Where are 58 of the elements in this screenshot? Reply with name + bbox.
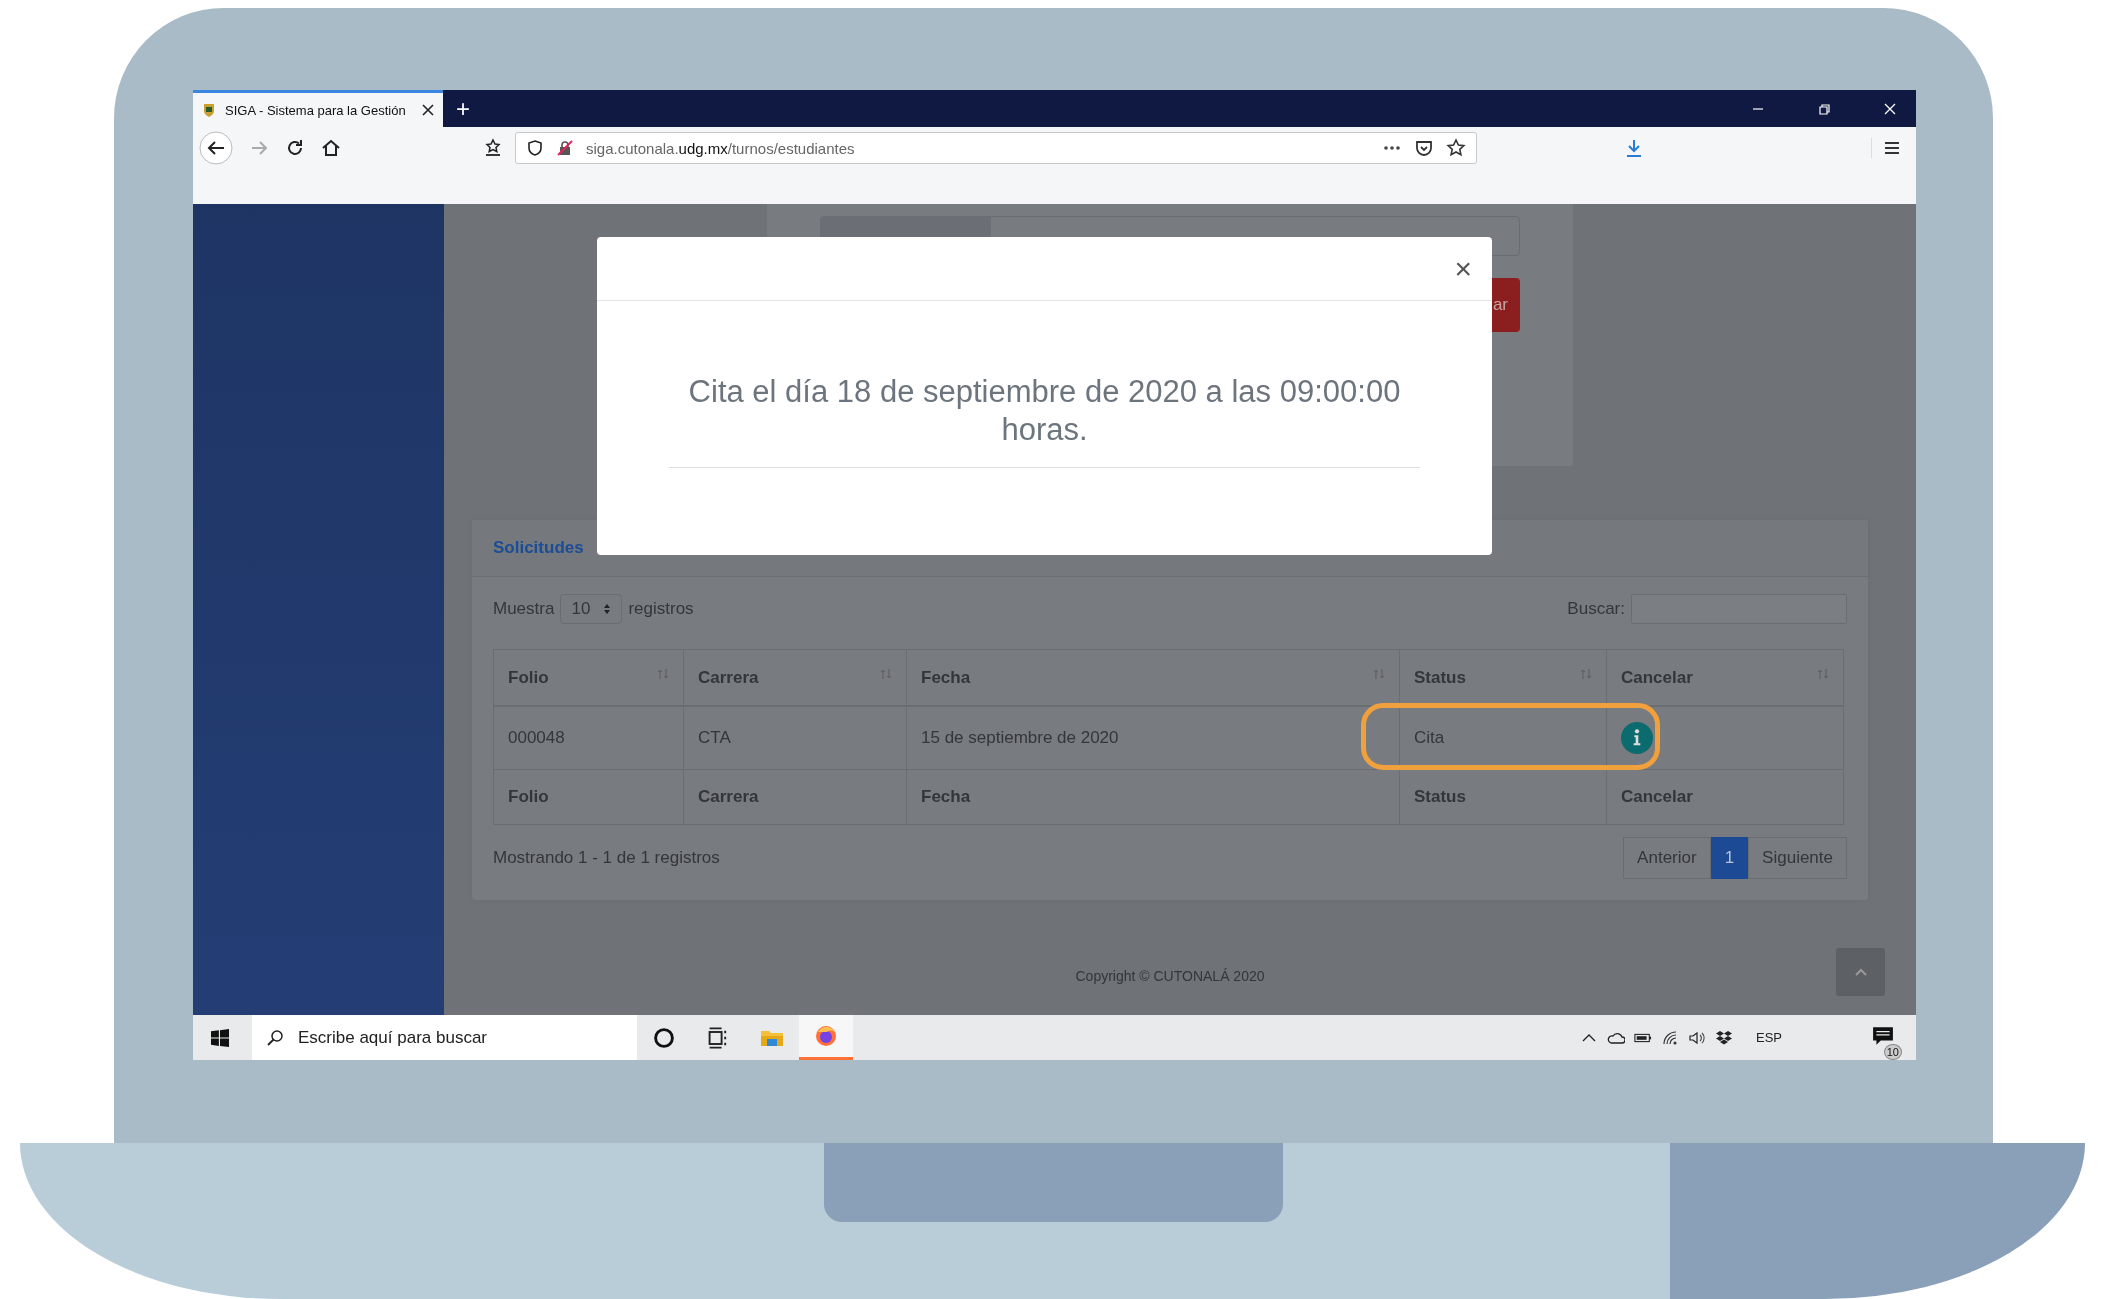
new-tab-button[interactable]: + <box>443 90 483 127</box>
column-header[interactable]: Folio <box>493 649 684 706</box>
tab-title: SIGA - Sistema para la Gestión <box>225 102 407 118</box>
column-header[interactable]: Carrera <box>683 649 907 706</box>
windows-start-icon[interactable] <box>211 1028 229 1047</box>
info-icon[interactable] <box>1621 722 1653 754</box>
browser-tab[interactable]: SIGA - Sistema para la Gestión <box>193 90 443 127</box>
url-text: siga.cutonala.udg.mx/turnos/estudiantes <box>586 139 855 157</box>
search-icon <box>266 1028 284 1047</box>
column-header[interactable]: Status <box>1399 649 1607 706</box>
sort-caret-icon <box>603 603 612 615</box>
bookmark-star-icon[interactable] <box>483 138 503 158</box>
insecure-lock-icon <box>556 139 574 157</box>
back-icon[interactable] <box>199 131 233 165</box>
download-icon[interactable] <box>1624 138 1644 158</box>
speaker-icon[interactable] <box>1688 1029 1706 1046</box>
search-placeholder: Escribe aquí para buscar <box>298 1027 487 1048</box>
column-footer: Status <box>1399 769 1607 825</box>
column-header[interactable]: Cancelar <box>1606 649 1844 706</box>
column-footer: Fecha <box>906 769 1400 825</box>
pocket-icon[interactable] <box>1414 138 1434 158</box>
chevron-up-icon <box>1854 968 1867 976</box>
pagination-button[interactable]: Anterior <box>1623 837 1711 879</box>
records-info: Mostrando 1 - 1 de 1 registros <box>493 848 720 868</box>
pagination-button[interactable]: Siguiente <box>1748 837 1847 879</box>
close-icon[interactable] <box>421 103 435 117</box>
search-label: Buscar: <box>1567 599 1625 619</box>
notification-badge: 10 <box>1883 1043 1902 1060</box>
shield-icon <box>526 139 544 157</box>
length-label: Muestra <box>493 599 555 619</box>
page-length-select[interactable]: 10 <box>560 594 623 624</box>
address-bar[interactable]: siga.cutonala.udg.mx/turnos/estudiantes <box>515 132 1477 164</box>
column-footer: Folio <box>493 769 684 825</box>
table-cell: 000048 <box>493 706 684 770</box>
column-footer: Cancelar <box>1606 769 1844 825</box>
notification-icon[interactable] <box>1872 1025 1894 1046</box>
appointment-message: Cita el día 18 de septiembre de 2020 a las 09:00:00 horas. <box>687 373 1402 449</box>
taskbar-search-field[interactable]: Escribe aquí para buscar <box>252 1015 637 1060</box>
close-button[interactable]: × <box>1450 253 1476 284</box>
language-indicator[interactable]: ESP <box>1756 1030 1782 1045</box>
column-header[interactable]: Fecha <box>906 649 1400 706</box>
pagination-button[interactable]: 1 <box>1710 837 1749 879</box>
star-icon[interactable] <box>1446 138 1466 158</box>
copyright-text: Copyright © CUTONALÁ 2020 <box>1075 968 1265 984</box>
reload-icon[interactable] <box>285 138 305 158</box>
table-cell: 15 de septiembre de 2020 <box>906 706 1400 770</box>
circle-icon[interactable] <box>652 1025 676 1050</box>
crest-icon <box>201 102 217 118</box>
card-title: Solicitudes <box>493 538 584 558</box>
wifi-icon[interactable] <box>1661 1029 1679 1046</box>
home-icon[interactable] <box>321 138 341 158</box>
restore-icon[interactable] <box>1817 101 1831 116</box>
length-label: registros <box>628 599 694 619</box>
menu-icon[interactable] <box>1871 138 1902 158</box>
column-footer: Carrera <box>683 769 907 825</box>
dropbox-icon[interactable] <box>1715 1029 1733 1046</box>
table-cell: CTA <box>683 706 907 770</box>
firefox-icon[interactable] <box>814 1024 838 1048</box>
